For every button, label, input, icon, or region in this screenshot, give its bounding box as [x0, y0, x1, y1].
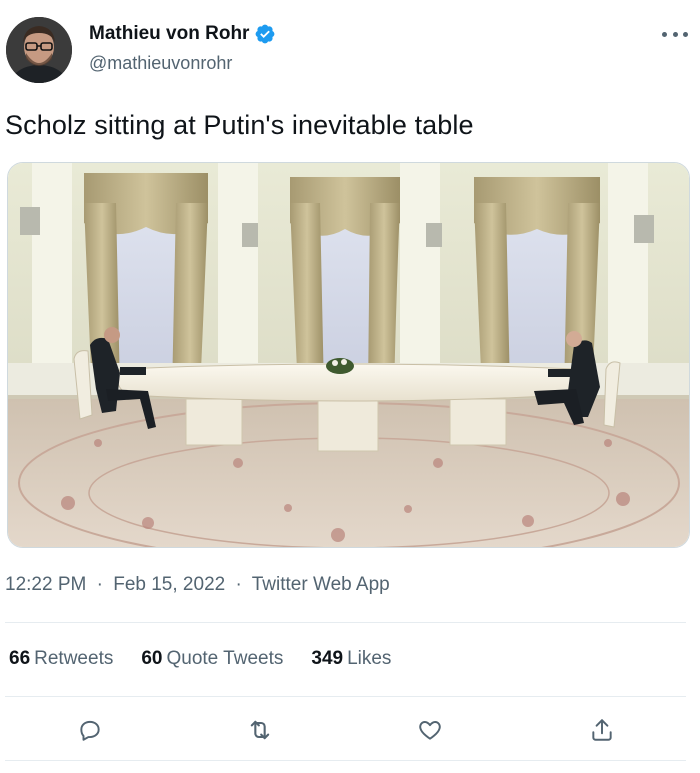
- tweet-actions: [0, 712, 700, 748]
- share-icon[interactable]: [584, 712, 620, 748]
- quotes-label: Quote Tweets: [166, 648, 284, 669]
- quote-tweets-stat[interactable]: 60 Quote Tweets: [141, 648, 283, 670]
- meta-separator: ·: [235, 574, 242, 595]
- divider: [5, 696, 686, 697]
- reply-icon[interactable]: [72, 712, 108, 748]
- meta-separator: ·: [96, 574, 103, 595]
- tweet-stats: 66 Retweets 60 Quote Tweets 349 Likes: [9, 648, 391, 670]
- retweets-label: Retweets: [34, 648, 114, 669]
- retweet-icon[interactable]: [242, 712, 278, 748]
- divider: [5, 760, 686, 761]
- likes-count: 349: [311, 648, 344, 669]
- tweet-time[interactable]: 12:22 PM: [5, 574, 86, 595]
- retweets-stat[interactable]: 66 Retweets: [9, 648, 113, 670]
- tweet-metadata: 12:22 PM · Feb 15, 2022 · Twitter Web Ap…: [5, 574, 390, 596]
- tweet-date[interactable]: Feb 15, 2022: [113, 574, 225, 595]
- more-icon[interactable]: [662, 24, 688, 44]
- retweets-count: 66: [9, 648, 31, 669]
- divider: [5, 622, 686, 623]
- author-handle[interactable]: @mathieuvonrohr: [89, 53, 232, 74]
- heart-icon[interactable]: [412, 712, 448, 748]
- quotes-count: 60: [141, 648, 163, 669]
- tweet-source[interactable]: Twitter Web App: [252, 574, 390, 595]
- tweet-text: Scholz sitting at Putin's inevitable tab…: [5, 110, 474, 140]
- author-display-name[interactable]: Mathieu von Rohr: [89, 23, 249, 45]
- tweet: Mathieu von Rohr @mathieuvonrohr Scholz …: [0, 0, 700, 773]
- avatar[interactable]: [6, 17, 72, 83]
- verified-badge-icon: [254, 23, 276, 45]
- tweet-photo[interactable]: [7, 162, 690, 548]
- author-name-row[interactable]: Mathieu von Rohr: [89, 23, 276, 45]
- likes-label: Likes: [347, 648, 392, 669]
- likes-stat[interactable]: 349 Likes: [311, 648, 391, 670]
